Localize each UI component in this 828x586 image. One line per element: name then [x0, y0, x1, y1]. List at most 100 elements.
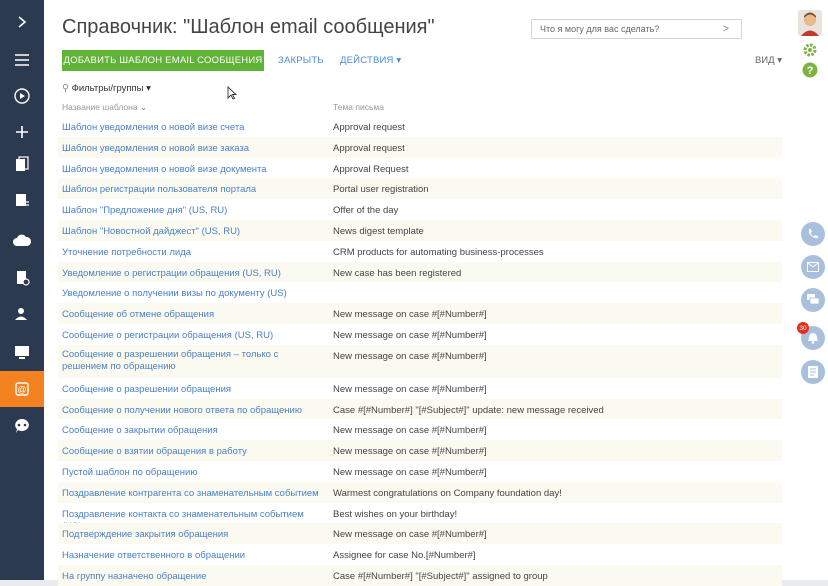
template-name-link[interactable]: Уточнение потребности лида — [62, 247, 324, 260]
table-row[interactable]: Назначение ответственного в обращении Ass… — [58, 544, 782, 565]
template-name-link[interactable]: Шаблон уведомления о новой визе счета — [62, 122, 324, 135]
actions-label: ДЕЙСТВИЯ — [340, 55, 394, 66]
cloud-section-icon[interactable] — [0, 223, 44, 259]
caret-down-icon: ▾ — [396, 55, 402, 66]
filter-icon: ⚲ — [62, 83, 69, 94]
table-row[interactable]: Сообщение о разрешении обращения New mess… — [58, 378, 782, 399]
table-row[interactable]: Сообщение о разрешении обращения – тольк… — [58, 344, 782, 378]
template-name-link[interactable]: Сообщение о закрытии обращения — [62, 425, 324, 438]
template-name-link[interactable]: Сообщение о получении нового ответа по о… — [62, 405, 324, 418]
template-name-link[interactable]: Шаблон уведомления о новой визе документ… — [62, 164, 324, 177]
page-title: Справочник: "Шаблон email сообщения" — [62, 16, 435, 38]
settings-gear-icon[interactable] — [802, 42, 818, 63]
template-name-link[interactable]: Шаблон уведомления о новой визе заказа — [62, 143, 324, 156]
table-row[interactable]: Поздравление контакта со знаменательным … — [58, 503, 782, 533]
user-avatar[interactable] — [798, 10, 822, 41]
template-name-link[interactable]: Сообщение о взятии обращения в работу — [62, 446, 324, 459]
table-row[interactable]: Уведомление о регистрации обращения (US,… — [58, 261, 782, 283]
view-dropdown[interactable]: ВИД ▾ — [755, 55, 782, 66]
filters-groups-toggle[interactable]: ⚲ Фильтры/группы ▾ — [62, 83, 151, 94]
monitor-section-icon[interactable] — [0, 334, 44, 370]
table-row[interactable]: Сообщение о взятии обращения в работу New… — [58, 440, 782, 461]
help-search-field[interactable]: Что я могу для вас сделать? > — [531, 19, 742, 39]
reports-section-icon[interactable] — [0, 260, 44, 296]
table-row[interactable]: Уведомление о получении визы по документ… — [58, 282, 782, 303]
processes-play-icon[interactable] — [0, 78, 44, 114]
template-subject: News digest template — [333, 225, 424, 237]
table-row[interactable]: Сообщение об отмене обращения New message… — [58, 303, 782, 324]
template-subject: New message on case #[#Number#] — [333, 446, 487, 458]
template-name-link[interactable]: Сообщение о разрешении обращения — [62, 384, 324, 397]
documents-section-icon[interactable] — [0, 146, 44, 182]
template-name-link[interactable]: Сообщение об отмене обращения — [62, 309, 324, 322]
table-row[interactable]: Шаблон уведомления о новой визе заказа Ap… — [58, 136, 782, 158]
table-row[interactable]: Поздравление контрагента со знаменательн… — [58, 481, 782, 503]
orders-section-icon[interactable] — [0, 182, 44, 218]
hamburger-menu-icon[interactable] — [0, 42, 44, 78]
add-template-button[interactable]: ДОБАВИТЬ ШАБЛОН EMAIL СООБЩЕНИЯ — [62, 50, 264, 71]
template-name-link[interactable]: Сообщение о разрешении обращения – тольк… — [62, 349, 324, 374]
template-name-link[interactable]: Шаблон "Новостной дайджест" (US, RU) — [62, 226, 324, 239]
template-subject: Approval request — [333, 122, 405, 133]
main-panel: Справочник: "Шаблон email сообщения" Что… — [44, 0, 792, 586]
table-row[interactable]: Сообщение о получении нового ответа по о… — [58, 398, 782, 420]
feed-icon[interactable] — [801, 360, 825, 384]
template-name-link[interactable]: Шаблон регистрации пользователя портала — [62, 184, 324, 197]
table-row[interactable]: Шаблон регистрации пользователя портала P… — [58, 178, 782, 200]
template-subject: New message on case #[#Number#] — [333, 309, 487, 321]
template-subject: Case #[#Number#] "[#Subject#]" update: n… — [333, 404, 604, 416]
template-subject: Approval Request — [333, 163, 409, 175]
column-header-name[interactable]: Название шаблона ⌄ — [62, 102, 147, 113]
template-name-link[interactable]: Назначение ответственного в обращении — [62, 550, 324, 563]
email-templates-section-icon[interactable]: @ — [0, 371, 44, 407]
column-header-subject[interactable]: Тема письма — [333, 102, 384, 112]
template-name-link[interactable]: На группу назначено обращение — [62, 571, 324, 584]
template-subject: New message on case #[#Number#] — [333, 350, 487, 362]
caret-down-icon: ▾ — [146, 83, 151, 94]
table-row[interactable]: Подтверждение закрытия обращения New mess… — [58, 523, 782, 545]
table-row[interactable]: Пустой шаблон по обращению New message on… — [58, 461, 782, 482]
svg-text:@: @ — [17, 385, 26, 395]
caret-down-icon: ▾ — [777, 55, 782, 66]
template-subject: New message on case #[#Number#] — [333, 329, 487, 341]
sort-chevron-down-icon: ⌄ — [139, 102, 148, 112]
email-icon[interactable] — [801, 255, 825, 279]
template-name-link[interactable]: Пустой шаблон по обращению — [62, 467, 324, 480]
template-name-link[interactable]: Уведомление о получении визы по документ… — [62, 288, 324, 301]
expand-menu-icon[interactable] — [0, 4, 44, 40]
template-subject: Approval request — [333, 142, 405, 154]
template-name-link[interactable]: Поздравление контрагента со знаменательн… — [62, 488, 324, 501]
table-row[interactable]: Шаблон уведомления о новой визе счета App… — [58, 116, 782, 137]
template-name-link[interactable]: Уведомление о регистрации обращения (US,… — [62, 268, 324, 281]
svg-text:?: ? — [807, 65, 814, 77]
template-subject: New case has been registered — [333, 267, 462, 279]
template-subject: Portal user registration — [333, 184, 429, 196]
table-row[interactable]: Уточнение потребности лида CRM products f… — [58, 241, 782, 262]
table-row[interactable]: Шаблон "Предложение дня" (US, RU) Offer o… — [58, 199, 782, 220]
table-row[interactable]: На группу назначено обращение Case #[#Num… — [58, 564, 782, 586]
help-question-icon[interactable]: ? — [802, 62, 818, 83]
actions-dropdown[interactable]: ДЕЙСТВИЯ ▾ — [340, 55, 401, 66]
template-subject: New message on case #[#Number#] — [333, 466, 487, 478]
help-search-placeholder: Что я могу для вас сделать? — [540, 24, 660, 34]
table-row[interactable]: Сообщение о закрытии обращения New messag… — [58, 419, 782, 440]
left-sidebar: @ — [0, 0, 44, 580]
table-row[interactable]: Сообщение о регистрации обращения (US, R… — [58, 324, 782, 345]
view-label: ВИД — [754, 55, 775, 66]
table-row[interactable]: Шаблон "Новостной дайджест" (US, RU) News… — [58, 219, 782, 241]
contacts-section-icon[interactable] — [0, 296, 44, 332]
template-subject: New message on case #[#Number#] — [333, 383, 487, 395]
phone-icon[interactable] — [801, 222, 825, 246]
table-row[interactable]: Шаблон уведомления о новой визе документ… — [58, 158, 782, 179]
messages-icon[interactable] — [801, 288, 825, 312]
chevron-right-icon: > — [722, 23, 729, 35]
close-button[interactable]: ЗАКРЫТЬ — [278, 55, 324, 66]
template-name-link[interactable]: Сообщение о регистрации обращения (US, R… — [62, 330, 324, 343]
template-name-link[interactable]: Шаблон "Предложение дня" (US, RU) — [62, 205, 324, 218]
template-subject: CRM products for automating business-pro… — [333, 246, 544, 258]
template-subject: New message on case #[#Number#] — [333, 529, 487, 541]
chat-section-icon[interactable] — [0, 408, 44, 444]
add-plus-icon[interactable] — [0, 114, 44, 150]
template-name-link[interactable]: Подтверждение закрытия обращения — [62, 529, 324, 542]
template-subject: Warmest congratulations on Company found… — [333, 487, 562, 499]
